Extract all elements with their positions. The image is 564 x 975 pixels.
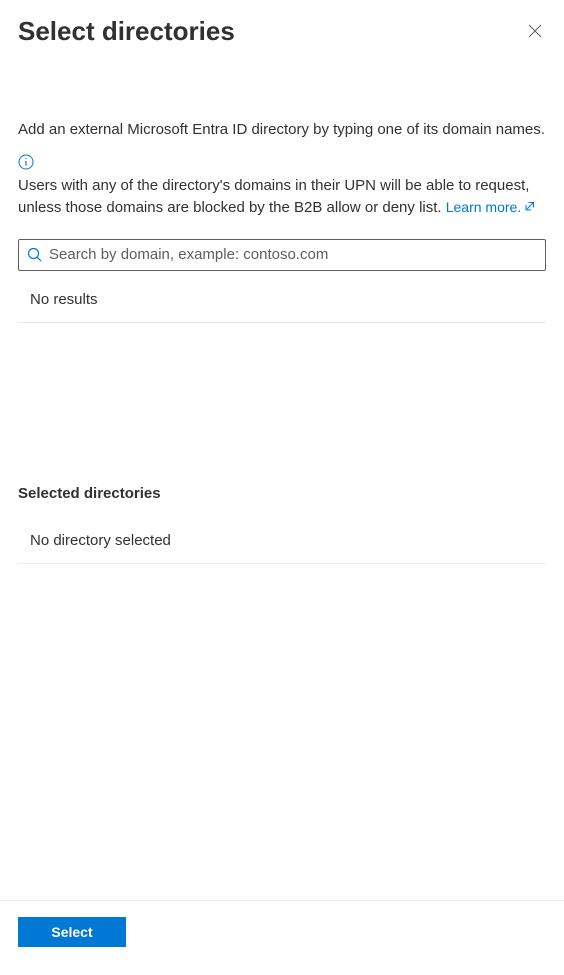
close-button[interactable]: [524, 20, 546, 45]
close-icon: [528, 24, 542, 41]
panel-footer: Select: [0, 900, 564, 975]
selected-directories-heading: Selected directories: [18, 485, 546, 502]
search-field-wrapper[interactable]: [18, 239, 546, 271]
search-results: No results: [18, 291, 546, 323]
info-section: Users with any of the directory's domain…: [18, 154, 546, 219]
info-text: Users with any of the directory's domain…: [18, 175, 546, 219]
description-text: Add an external Microsoft Entra ID direc…: [18, 119, 546, 140]
panel-content: Add an external Microsoft Entra ID direc…: [0, 47, 564, 900]
learn-more-label: Learn more.: [446, 197, 521, 217]
info-icon: [18, 154, 34, 173]
selected-directories-list: No directory selected: [18, 532, 546, 564]
search-input[interactable]: [49, 246, 537, 263]
select-button[interactable]: Select: [18, 917, 126, 947]
search-icon: [27, 247, 43, 263]
no-results-label: No results: [30, 291, 98, 308]
no-directory-selected-label: No directory selected: [30, 532, 171, 549]
external-link-icon: [524, 197, 536, 217]
learn-more-link[interactable]: Learn more.: [446, 197, 536, 217]
panel-title: Select directories: [18, 16, 235, 47]
panel-header: Select directories: [0, 0, 564, 47]
